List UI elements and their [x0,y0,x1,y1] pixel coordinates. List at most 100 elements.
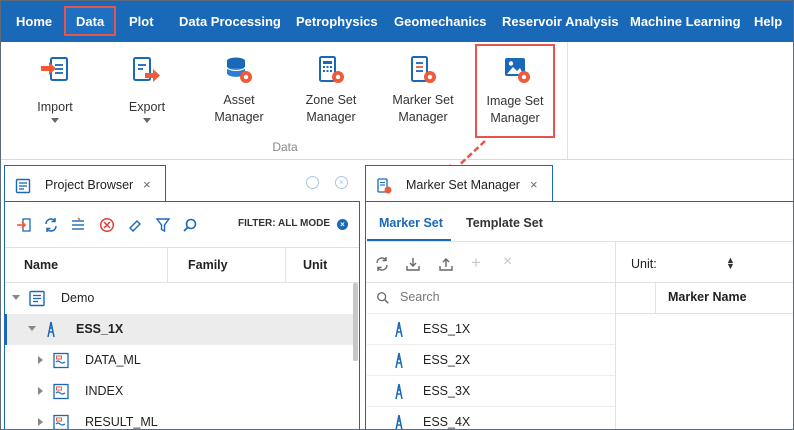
expand-icon[interactable] [38,418,43,426]
import-icon [41,57,68,81]
unit-label: Unit: [631,257,657,271]
marker-set-manager-label: Marker Set Manager [392,93,454,124]
list-item-ess-2x[interactable]: ESS_2X [367,344,615,375]
well-icon [395,352,403,369]
marker-search-box[interactable]: Search [367,283,615,313]
export-button[interactable]: Export [107,48,187,140]
list-item-label: ESS_4X [423,415,471,429]
zone-set-manager-button[interactable]: Zone Set Manager [291,48,371,140]
column-name[interactable]: Name [24,248,58,283]
search-icon[interactable] [182,217,198,233]
export-icon [133,57,160,82]
sync-icon[interactable] [43,217,59,233]
asset-manager-button[interactable]: Asset Manager [199,48,279,140]
import-to-project-icon[interactable] [16,217,32,233]
tab-marker-set-manager[interactable]: Marker Set Manager × [365,165,553,202]
list-item-ess-1x[interactable]: ESS_1X [367,313,615,344]
tree-scrollbar[interactable] [353,283,358,361]
list-edit-icon[interactable] [70,217,86,233]
expand-icon[interactable] [38,387,43,395]
image-set-manager-label: Image Set Manager [486,94,544,125]
list-item-ess-3x[interactable]: ESS_3X [367,375,615,406]
eraser-icon[interactable] [127,217,143,233]
asset-manager-icon [226,57,252,83]
project-browser-column-header: Name Family Unit [5,247,359,283]
subtab-divider [366,241,793,242]
tree-row-demo[interactable]: Demo [5,283,355,314]
image-set-manager-button[interactable]: Image Set Manager [475,44,555,138]
tab-project-browser[interactable]: Project Browser × [4,165,166,202]
tree-row-ess-1x[interactable]: ESS_1X [4,314,355,345]
zone-set-manager-icon [319,56,344,83]
unit-select-arrows-icon[interactable]: ▲ ▼ [726,256,735,271]
filter-icon[interactable] [155,217,171,233]
menu-petrophysics[interactable]: Petrophysics [296,1,378,42]
menu-reservoir-analysis[interactable]: Reservoir Analysis [502,1,619,42]
download-icon[interactable] [405,256,421,272]
collapse-icon[interactable] [28,326,36,331]
remove-icon[interactable]: × [503,253,512,271]
tree-row-index[interactable]: INDEX [5,376,355,407]
dataset-icon [53,352,69,369]
menu-home[interactable]: Home [16,1,52,42]
subtab-marker-set[interactable]: Marker Set [379,216,443,230]
well-icon [395,414,403,429]
project-browser-refresh-icon[interactable] [306,176,319,189]
app-window: Home Data Plot Data Processing Petrophys… [0,0,794,430]
well-icon [395,383,403,400]
image-set-manager-icon [505,58,530,83]
table-column-divider[interactable] [655,283,656,313]
tab-marker-set-manager-label: Marker Set Manager [406,178,520,192]
marker-set-manager-icon [411,56,436,83]
upload-icon[interactable] [438,256,454,272]
import-button[interactable]: Import [15,48,95,140]
project-browser-icon [15,178,31,194]
subtab-template-set[interactable]: Template Set [466,216,543,230]
column-divider[interactable] [167,248,168,283]
import-label: Import [37,100,73,114]
pane-splitter[interactable] [615,242,616,429]
marker-set-manager-button[interactable]: Marker Set Manager [383,48,463,140]
delete-icon[interactable] [99,217,115,233]
tree-row-data-ml[interactable]: DATA_ML [5,345,355,376]
tab-project-browser-close-icon[interactable]: × [143,166,151,204]
filter-mode-label: FILTER: ALL MODE [238,218,331,229]
tree-label: ESS_1X [76,322,124,336]
export-label: Export [128,100,166,114]
marker-set-manager-tab-icon [377,178,392,194]
tab-marker-set-manager-close-icon[interactable]: × [530,166,538,204]
unit-divider [616,282,793,283]
project-icon [29,290,45,307]
column-divider[interactable] [285,248,286,283]
search-icon [377,292,389,304]
menu-data-processing[interactable]: Data Processing [179,1,281,42]
expand-icon[interactable] [38,356,43,364]
list-item-ess-4x[interactable]: ESS_4X [367,406,615,429]
menu-plot[interactable]: Plot [129,1,154,42]
menu-bar: Home Data Plot Data Processing Petrophys… [1,1,793,42]
asset-manager-label: Asset Manager [214,93,264,124]
well-icon [47,321,55,338]
import-dropdown-caret[interactable] [51,118,59,123]
ribbon: Import Export Asset Manager Zone Set Man… [1,42,793,160]
project-browser-close-panel-icon[interactable]: × [335,176,348,189]
export-dropdown-caret[interactable] [143,118,151,123]
dataset-icon [53,383,69,400]
column-unit[interactable]: Unit [303,248,327,283]
list-item-label: ESS_1X [423,322,471,336]
table-header-divider [616,313,793,314]
tree-row-result-ml[interactable]: RESULT_ML [5,407,355,429]
tree-label: RESULT_ML [85,415,158,429]
refresh-icon[interactable] [374,256,390,272]
column-marker-name[interactable]: Marker Name [668,290,747,304]
menu-help[interactable]: Help [754,1,782,42]
menu-data[interactable]: Data [64,6,117,36]
collapse-icon[interactable] [12,295,20,300]
search-placeholder: Search [400,290,440,304]
menu-machine-learning[interactable]: Machine Learning [630,1,741,42]
selection-indicator [4,314,7,345]
filter-clear-icon[interactable]: × [337,219,348,230]
menu-geomechanics[interactable]: Geomechanics [394,1,487,42]
add-icon[interactable]: + [471,253,481,273]
column-family[interactable]: Family [188,248,228,283]
